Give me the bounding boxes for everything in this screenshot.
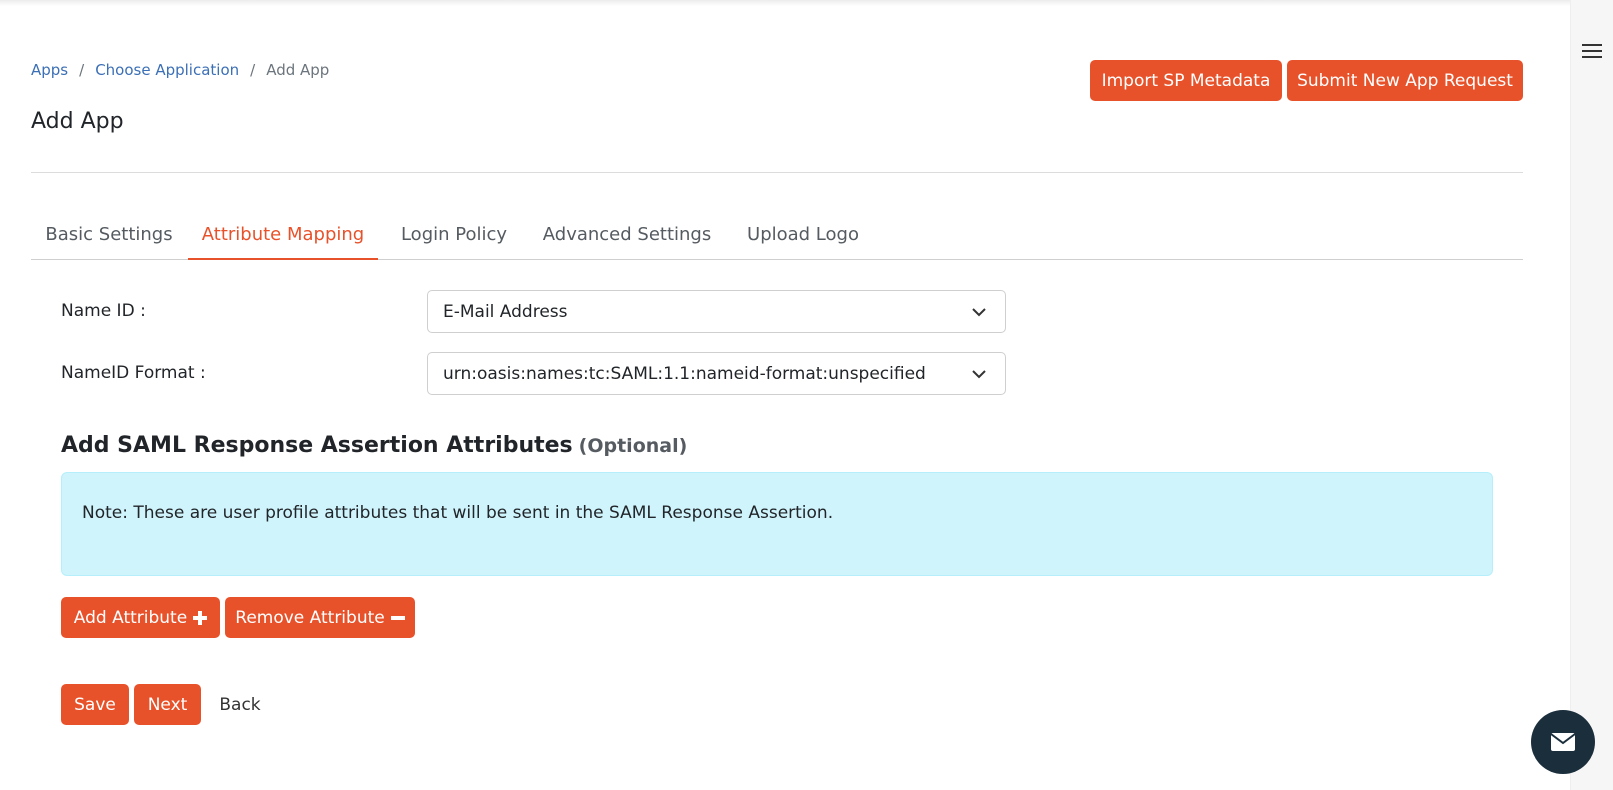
top-shadow: [0, 0, 1570, 6]
hamburger-menu-icon[interactable]: [1582, 44, 1602, 60]
mail-icon: [1550, 733, 1576, 751]
mail-chat-button[interactable]: [1531, 710, 1595, 774]
right-side-panel: [1570, 0, 1613, 790]
import-sp-metadata-button[interactable]: Import SP Metadata: [1090, 60, 1282, 101]
name-id-label: Name ID :: [61, 301, 146, 321]
tab-bar: Basic Settings Attribute Mapping Login P…: [31, 218, 1523, 260]
nameid-format-value: urn:oasis:names:tc:SAML:1.1:nameid-forma…: [443, 363, 926, 384]
tab-advanced-settings[interactable]: Advanced Settings: [530, 218, 724, 260]
page-title: Add App: [31, 109, 124, 134]
back-button[interactable]: Back: [210, 684, 270, 725]
chevron-down-icon: [972, 370, 986, 379]
name-id-value: E-Mail Address: [443, 301, 568, 322]
attributes-section-title: Add SAML Response Assertion Attributes (O…: [61, 433, 687, 458]
name-id-select[interactable]: E-Mail Address: [427, 290, 1006, 333]
add-attribute-label: Add Attribute: [73, 607, 188, 628]
nameid-format-label: NameID Format :: [61, 363, 206, 383]
breadcrumb-separator: /: [250, 61, 256, 79]
chevron-down-icon: [972, 308, 986, 317]
optional-tag: (Optional): [578, 435, 688, 457]
breadcrumb-choose-application[interactable]: Choose Application: [95, 61, 239, 79]
info-note: Note: These are user profile attributes …: [61, 472, 1493, 576]
submit-new-app-request-button[interactable]: Submit New App Request: [1287, 60, 1523, 101]
tab-upload-logo[interactable]: Upload Logo: [730, 218, 876, 260]
tab-basic-settings[interactable]: Basic Settings: [31, 218, 187, 260]
breadcrumb-current: Add App: [266, 61, 330, 79]
plus-icon: [193, 610, 208, 625]
remove-attribute-label: Remove Attribute: [235, 607, 385, 628]
nameid-format-select[interactable]: urn:oasis:names:tc:SAML:1.1:nameid-forma…: [427, 352, 1006, 395]
tab-attribute-mapping[interactable]: Attribute Mapping: [188, 218, 378, 260]
breadcrumb-separator: /: [79, 61, 85, 79]
breadcrumb-apps[interactable]: Apps: [31, 61, 68, 79]
breadcrumb: Apps / Choose Application / Add App: [31, 61, 329, 79]
save-button[interactable]: Save: [61, 684, 129, 725]
add-attribute-button[interactable]: Add Attribute: [61, 597, 220, 638]
next-button[interactable]: Next: [134, 684, 201, 725]
minus-icon: [390, 615, 405, 620]
remove-attribute-button[interactable]: Remove Attribute: [225, 597, 415, 638]
header-divider: [31, 172, 1523, 173]
tab-login-policy[interactable]: Login Policy: [384, 218, 524, 260]
attributes-title-text: Add SAML Response Assertion Attributes: [61, 433, 573, 458]
info-note-text: Note: These are user profile attributes …: [82, 503, 834, 523]
